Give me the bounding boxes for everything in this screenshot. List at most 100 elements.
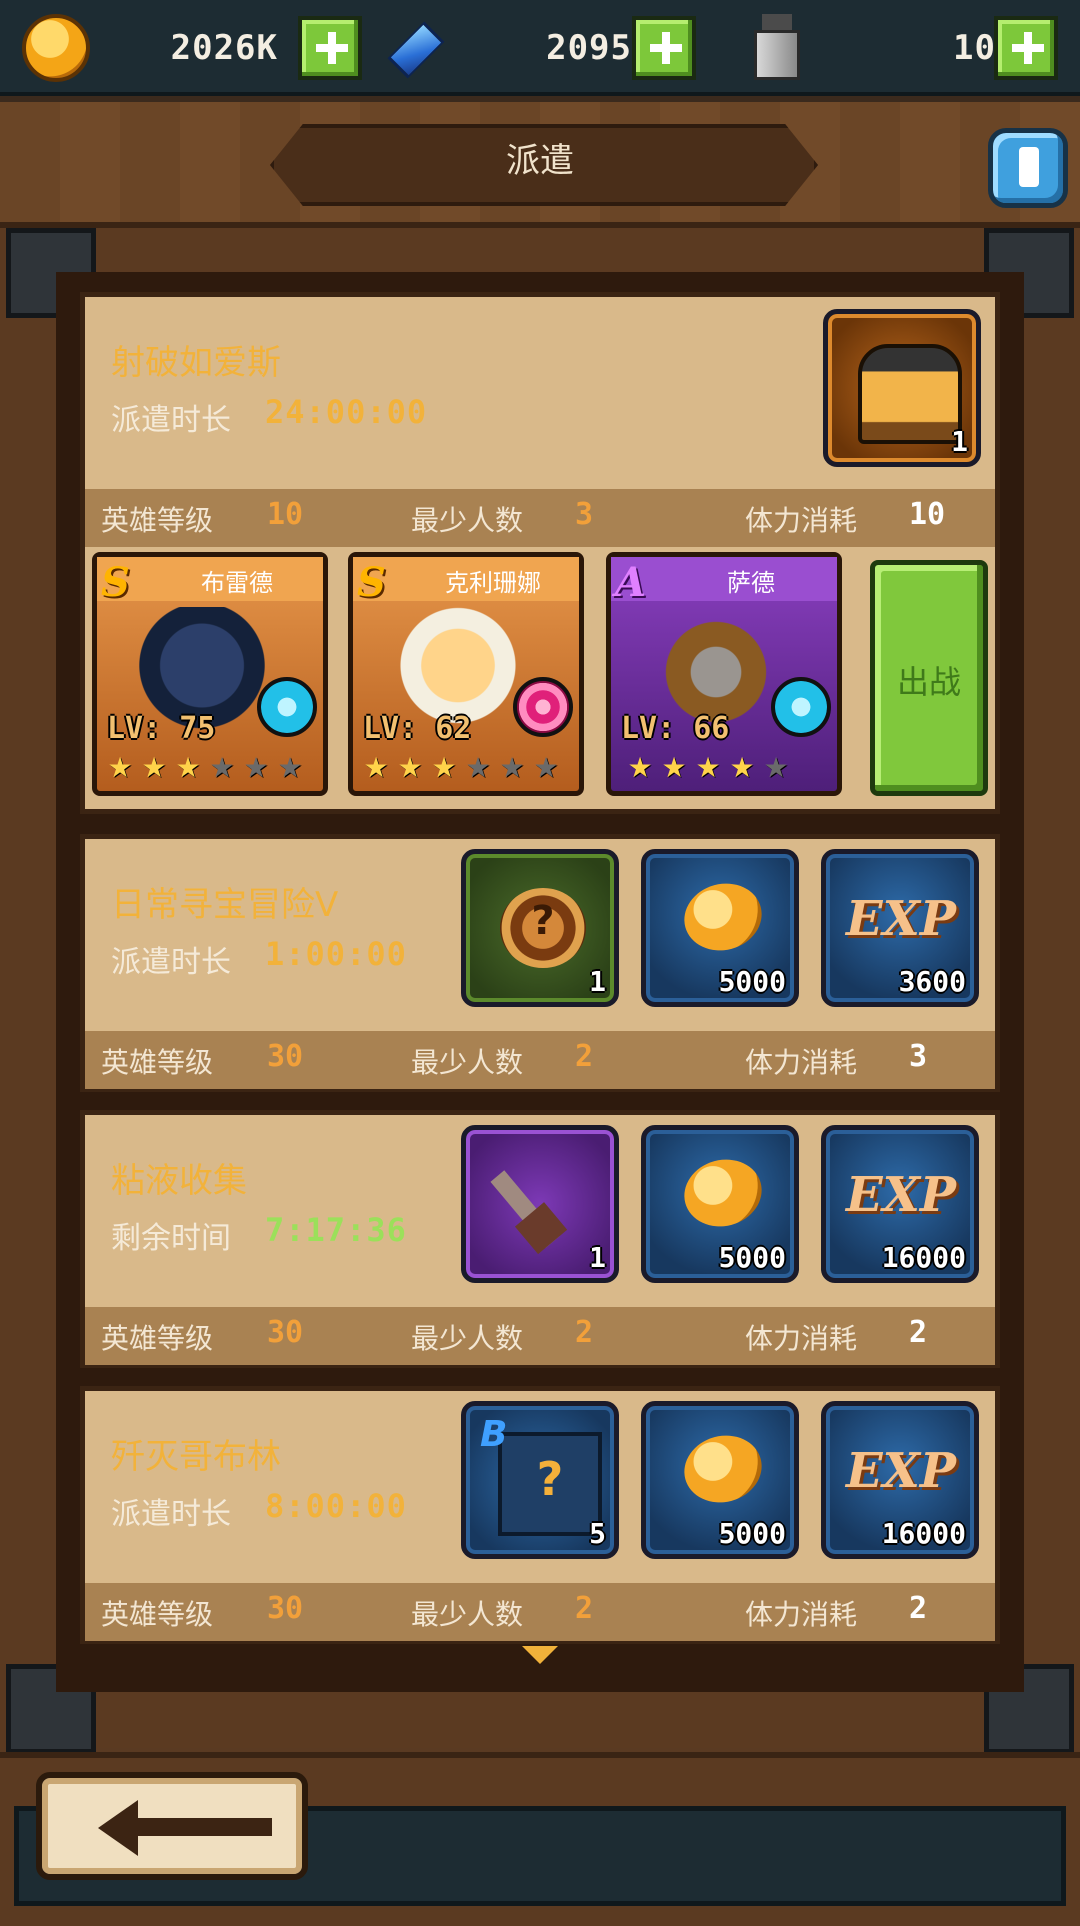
star-empty-icon: ★ — [277, 751, 303, 784]
stamina-resource: 10 — [744, 10, 1066, 86]
star-icon: ★ — [627, 751, 653, 784]
hero-stars: ★ ★ ★ ★ ★ ★ — [361, 753, 577, 783]
hero-card-sade[interactable]: A 萨德 LV: 66 ★ ★ ★ ★ ★ — [606, 552, 842, 796]
exp-icon: EXP — [846, 891, 956, 947]
mission-name: 射破如爱斯 — [111, 343, 281, 383]
scroll-down-icon[interactable] — [522, 1646, 558, 1664]
star-icon: ★ — [431, 751, 457, 784]
min-people-label: 最少人数 — [411, 1322, 524, 1355]
add-gems-button[interactable] — [632, 16, 696, 80]
reward-count: 5000 — [718, 965, 786, 998]
stamina-cost-label: 体力消耗 — [745, 1322, 858, 1355]
reward-slot[interactable]: EXP 16000 — [821, 1401, 979, 1559]
gold-amount: 2026K — [170, 28, 278, 68]
hero-name: 布雷德 — [201, 569, 273, 597]
reward-count: 16000 — [881, 1241, 966, 1274]
min-people-value: 2 — [575, 1039, 594, 1074]
mystery-chest-icon — [500, 888, 586, 968]
min-people-value: 2 — [575, 1315, 594, 1350]
hero-level-value: 30 — [267, 1039, 304, 1074]
mission-time-value: 7:17:36 — [265, 1211, 407, 1249]
hero-card-krisanna[interactable]: S 克利珊娜 LV: 62 ★ ★ ★ ★ ★ ★ — [348, 552, 584, 796]
mystery-box-icon — [480, 1414, 602, 1536]
stamina-bottle-icon — [744, 14, 812, 82]
mission-stats: 英雄等级 30 最少人数 2 体力消耗 3 — [85, 1031, 995, 1089]
stamina-cost-value: 2 — [909, 1591, 928, 1626]
stamina-cost-label: 体力消耗 — [745, 1598, 858, 1631]
gem-amount: 2095 — [546, 28, 632, 68]
reward-count: 5000 — [718, 1517, 786, 1550]
reward-count: 1 — [951, 425, 968, 458]
mission-time-label: 派遣时长 — [111, 945, 231, 980]
hero-level-label: 英雄等级 — [101, 1322, 214, 1355]
back-button[interactable] — [36, 1772, 308, 1880]
star-icon: ★ — [695, 751, 721, 784]
mission-card[interactable]: 歼灭哥布林 派遣时长 8:00:00 英雄等级 30 最少人数 2 体力消耗 2… — [80, 1386, 1000, 1644]
hero-level-label: 英雄等级 — [101, 504, 214, 537]
star-empty-icon: ★ — [533, 751, 559, 784]
min-people-value: 2 — [575, 1591, 594, 1626]
hero-stars: ★ ★ ★ ★ ★ ★ — [105, 753, 321, 783]
reward-slot[interactable]: EXP 3600 — [821, 849, 979, 1007]
star-empty-icon: ★ — [243, 751, 269, 784]
add-stamina-button[interactable] — [994, 16, 1058, 80]
mission-time-label: 派遣时长 — [111, 1497, 231, 1532]
gem-icon — [380, 14, 448, 82]
star-empty-icon: ★ — [465, 751, 491, 784]
helmet-icon — [858, 344, 962, 444]
reward-slot[interactable]: 1 — [823, 309, 981, 467]
hero-name: 萨德 — [727, 569, 775, 597]
exp-icon: EXP — [846, 1443, 956, 1499]
reward-slot[interactable]: 1 — [461, 849, 619, 1007]
star-icon: ★ — [141, 751, 167, 784]
gem-resource: 2095 — [380, 10, 700, 86]
min-people-value: 3 — [575, 497, 594, 532]
hero-level-label: 英雄等级 — [101, 1598, 214, 1631]
hero-card-bred[interactable]: S 布雷德 LV: 75 ★ ★ ★ ★ ★ ★ — [92, 552, 328, 796]
title-bar: 派遣 — [0, 102, 1080, 228]
magnifier-role-icon — [771, 677, 831, 737]
hero-level-value: 30 — [267, 1591, 304, 1626]
exp-icon: EXP — [846, 1167, 956, 1223]
reward-count: 1 — [589, 965, 606, 998]
reward-slot[interactable]: EXP 16000 — [821, 1125, 979, 1283]
hero-level-value: 30 — [267, 1315, 304, 1350]
stamina-cost-value: 10 — [909, 497, 946, 532]
star-empty-icon: ★ — [209, 751, 235, 784]
add-gold-button[interactable] — [298, 16, 362, 80]
hero-level: LV: 75 — [107, 711, 216, 746]
back-arrow-shaft — [132, 1818, 272, 1836]
deploy-button[interactable]: 出战 — [870, 560, 988, 796]
hero-rank: A — [615, 559, 647, 606]
reward-count: 16000 — [881, 1517, 966, 1550]
page-title: 派遣 — [506, 141, 574, 181]
hero-stars: ★ ★ ★ ★ ★ — [625, 753, 841, 783]
star-empty-icon: ★ — [763, 751, 789, 784]
reward-slot[interactable]: 5000 — [641, 849, 799, 1007]
info-button[interactable] — [988, 128, 1068, 208]
min-people-label: 最少人数 — [411, 504, 524, 537]
resource-bar: 2026K 2095 10 — [0, 0, 1080, 102]
reward-slot[interactable]: 5000 — [641, 1125, 799, 1283]
min-people-label: 最少人数 — [411, 1046, 524, 1079]
reward-slot[interactable]: 5 — [461, 1401, 619, 1559]
star-icon: ★ — [363, 751, 389, 784]
mission-card[interactable]: 粘液收集 剩余时间 7:17:36 英雄等级 30 最少人数 2 体力消耗 2 … — [80, 1110, 1000, 1368]
mission-time-value: 24:00:00 — [265, 393, 428, 431]
gold-coin-icon — [676, 1151, 770, 1235]
mission-card[interactable]: 日常寻宝冒险V 派遣时长 1:00:00 英雄等级 30 最少人数 2 体力消耗… — [80, 834, 1000, 1092]
reward-slot[interactable]: 1 — [461, 1125, 619, 1283]
gold-resource: 2026K — [22, 10, 362, 86]
reward-count: 3600 — [898, 965, 966, 998]
target-role-icon — [513, 677, 573, 737]
reward-slot[interactable]: 5000 — [641, 1401, 799, 1559]
hero-level-value: 10 — [267, 497, 304, 532]
min-people-label: 最少人数 — [411, 1598, 524, 1631]
reward-count: 5 — [589, 1517, 606, 1550]
stamina-cost-label: 体力消耗 — [745, 504, 858, 537]
hero-name: 克利珊娜 — [445, 569, 541, 597]
mission-time-label: 派遣时长 — [111, 403, 231, 438]
reward-count: 1 — [589, 1241, 606, 1274]
mission-time-label: 剩余时间 — [111, 1221, 231, 1256]
stamina-cost-value: 3 — [909, 1039, 928, 1074]
